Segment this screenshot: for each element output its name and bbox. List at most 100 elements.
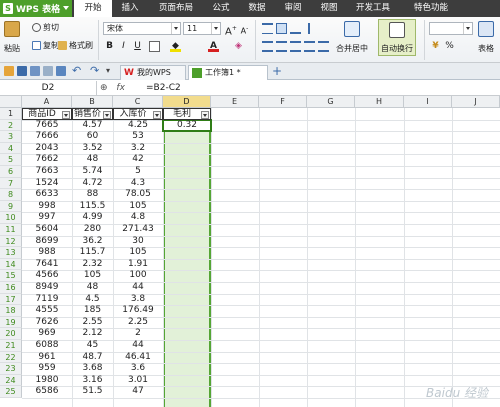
print-icon[interactable]	[30, 66, 40, 76]
align-top-icon[interactable]	[262, 23, 273, 34]
cell-a21[interactable]: 6088	[22, 340, 72, 352]
wrap-text-button[interactable]: 自动换行	[378, 19, 416, 56]
tab-special-features[interactable]: 特色功能	[405, 0, 457, 17]
fx-icon[interactable]: fx	[116, 83, 125, 93]
copy-button[interactable]: 复制	[32, 39, 59, 51]
cell-d2[interactable]: 0.32	[163, 120, 211, 132]
filter-dropdown-icon[interactable]	[201, 111, 209, 119]
cell-b22[interactable]: 48.7	[72, 352, 113, 364]
bold-button[interactable]: B	[104, 41, 115, 52]
cell-a12[interactable]: 8699	[22, 236, 72, 248]
cell-c9[interactable]: 105	[113, 201, 163, 213]
cell-a25[interactable]: 6586	[22, 386, 72, 398]
save-icon[interactable]	[17, 66, 27, 76]
number-format-select[interactable]	[429, 22, 473, 35]
cell-c23[interactable]: 3.6	[113, 363, 163, 375]
header-cell-b[interactable]: 销售价	[72, 108, 113, 120]
cell-b18[interactable]: 185	[72, 305, 113, 317]
row-header-12[interactable]: 12	[0, 235, 22, 248]
row-header-17[interactable]: 17	[0, 293, 22, 306]
distribute-icon[interactable]	[318, 41, 329, 52]
cell-a19[interactable]: 7626	[22, 317, 72, 329]
cell-c22[interactable]: 46.41	[113, 352, 163, 364]
cell-c17[interactable]: 3.8	[113, 294, 163, 306]
align-right-icon[interactable]	[290, 41, 301, 52]
row-header-15[interactable]: 15	[0, 270, 22, 282]
tab-review[interactable]: 审阅	[277, 0, 309, 17]
cell-b6[interactable]: 5.74	[72, 166, 113, 178]
align-bottom-icon[interactable]	[290, 23, 301, 34]
select-all-corner[interactable]	[0, 96, 22, 108]
row-header-18[interactable]: 18	[0, 305, 22, 317]
font-name-select[interactable]: 宋体	[103, 22, 181, 35]
cell-b4[interactable]: 3.52	[72, 143, 113, 155]
cell-b16[interactable]: 48	[72, 282, 113, 294]
cell-a15[interactable]: 4566	[22, 270, 72, 282]
app-menu-button[interactable]: S WPS 表格	[0, 0, 72, 17]
align-middle-icon[interactable]	[276, 23, 287, 34]
align-left-icon[interactable]	[262, 41, 273, 52]
redo-icon[interactable]: ↷	[90, 65, 100, 76]
clear-format-icon[interactable]: ◈	[233, 41, 244, 52]
new-tab-icon[interactable]: +	[272, 64, 282, 78]
cell-a3[interactable]: 7666	[22, 131, 72, 143]
merge-center-button[interactable]: 合并居中	[336, 21, 368, 54]
tab-home[interactable]: 开始	[74, 0, 112, 17]
row-header-3[interactable]: 3	[0, 131, 22, 143]
name-box[interactable]: D2	[0, 81, 97, 95]
cell-b12[interactable]: 36.2	[72, 236, 113, 248]
row-header-6[interactable]: 6	[0, 166, 22, 178]
cell-b13[interactable]: 115.7	[72, 247, 113, 259]
cell-b3[interactable]: 60	[72, 131, 113, 143]
cell-c11[interactable]: 271.43	[113, 224, 163, 236]
cell-a5[interactable]: 7662	[22, 154, 72, 166]
cell-c7[interactable]: 4.3	[113, 178, 163, 190]
tab-insert[interactable]: 插入	[112, 0, 148, 17]
column-header-i[interactable]: I	[404, 96, 452, 108]
cut-button[interactable]: 剪切	[32, 21, 59, 33]
row-header-13[interactable]: 13	[0, 247, 22, 259]
decrease-font-icon[interactable]: A-	[239, 23, 250, 36]
cell-b5[interactable]: 48	[72, 154, 113, 166]
font-size-select[interactable]: 11	[183, 22, 221, 35]
cell-a23[interactable]: 959	[22, 363, 72, 375]
filter-dropdown-icon[interactable]	[62, 111, 70, 119]
cell-c16[interactable]: 44	[113, 282, 163, 294]
cell-c8[interactable]: 78.05	[113, 189, 163, 201]
row-header-20[interactable]: 20	[0, 328, 22, 340]
row-header-23[interactable]: 23	[0, 363, 22, 375]
fill-color-icon[interactable]: ◆	[170, 41, 181, 52]
percent-button[interactable]: %	[444, 41, 455, 52]
tab-my-wps[interactable]: W 我的WPS	[120, 65, 186, 80]
cell-a16[interactable]: 8949	[22, 282, 72, 294]
cell-a20[interactable]: 969	[22, 328, 72, 340]
filter-dropdown-icon[interactable]	[153, 111, 161, 119]
column-header-b[interactable]: B	[72, 96, 113, 108]
cell-c4[interactable]: 3.2	[113, 143, 163, 155]
row-header-2[interactable]: 2	[0, 119, 22, 132]
cell-a4[interactable]: 2043	[22, 143, 72, 155]
row-header-10[interactable]: 10	[0, 212, 22, 224]
format-painter-button[interactable]: 格式刷	[58, 39, 93, 51]
cell-c15[interactable]: 100	[113, 270, 163, 282]
filter-dropdown-icon[interactable]	[103, 111, 111, 119]
chevron-down-icon[interactable]: ▾	[106, 66, 116, 76]
tab-workbook[interactable]: 工作簿1 *	[188, 65, 268, 80]
cell-b10[interactable]: 4.99	[72, 212, 113, 224]
row-header-4[interactable]: 4	[0, 142, 22, 155]
header-cell-d[interactable]: 毛利	[163, 108, 211, 120]
justify-icon[interactable]	[304, 41, 315, 52]
row-header-24[interactable]: 24	[0, 374, 22, 387]
cell-a13[interactable]: 988	[22, 247, 72, 259]
row-header-19[interactable]: 19	[0, 316, 22, 329]
cell-b19[interactable]: 2.55	[72, 317, 113, 329]
border-icon[interactable]	[149, 41, 160, 52]
cell-c3[interactable]: 53	[113, 131, 163, 143]
column-header-h[interactable]: H	[355, 96, 404, 108]
cell-c25[interactable]: 47	[113, 386, 163, 398]
table-style-button[interactable]: 表格	[478, 21, 494, 54]
row-header-25[interactable]: 25	[0, 386, 22, 398]
cell-c2[interactable]: 4.25	[113, 120, 163, 132]
cell-c24[interactable]: 3.01	[113, 375, 163, 387]
column-header-j[interactable]: J	[452, 96, 500, 108]
